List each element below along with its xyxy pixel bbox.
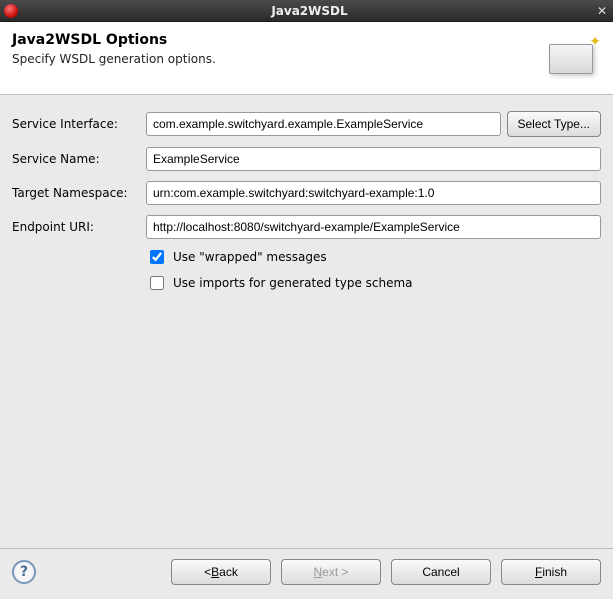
- service-interface-label: Service Interface:: [12, 117, 140, 131]
- form-area: Service Interface: Select Type... Servic…: [0, 95, 613, 548]
- wizard-banner-icon: ✦: [545, 34, 601, 80]
- dialog-window: Java2WSDL Options Specify WSDL generatio…: [0, 22, 613, 599]
- service-interface-input[interactable]: [146, 112, 501, 136]
- page-subtitle: Specify WSDL generation options.: [12, 52, 545, 66]
- service-name-label: Service Name:: [12, 152, 140, 166]
- use-imports-label: Use imports for generated type schema: [173, 276, 413, 290]
- use-wrapped-checkbox[interactable]: [150, 250, 164, 264]
- target-namespace-input[interactable]: [146, 181, 601, 205]
- window-titlebar: Java2WSDL ✕: [0, 0, 613, 22]
- use-imports-checkbox[interactable]: [150, 276, 164, 290]
- service-name-input[interactable]: [146, 147, 601, 171]
- endpoint-uri-label: Endpoint URI:: [12, 220, 140, 234]
- endpoint-uri-input[interactable]: [146, 215, 601, 239]
- use-wrapped-label: Use "wrapped" messages: [173, 250, 327, 264]
- select-type-button[interactable]: Select Type...: [507, 111, 602, 137]
- dialog-footer: ? < Back Next > Cancel Finish: [0, 548, 613, 599]
- back-button[interactable]: < Back: [171, 559, 271, 585]
- page-title: Java2WSDL Options: [12, 32, 545, 48]
- close-icon[interactable]: ✕: [595, 4, 609, 18]
- finish-button[interactable]: Finish: [501, 559, 601, 585]
- target-namespace-label: Target Namespace:: [12, 186, 140, 200]
- dialog-header: Java2WSDL Options Specify WSDL generatio…: [0, 22, 613, 95]
- next-button: Next >: [281, 559, 381, 585]
- help-icon[interactable]: ?: [12, 560, 36, 584]
- cancel-button[interactable]: Cancel: [391, 559, 491, 585]
- app-icon: [4, 4, 18, 18]
- window-title: Java2WSDL: [24, 4, 595, 18]
- use-imports-row[interactable]: Use imports for generated type schema: [146, 273, 601, 293]
- use-wrapped-row[interactable]: Use "wrapped" messages: [146, 247, 601, 267]
